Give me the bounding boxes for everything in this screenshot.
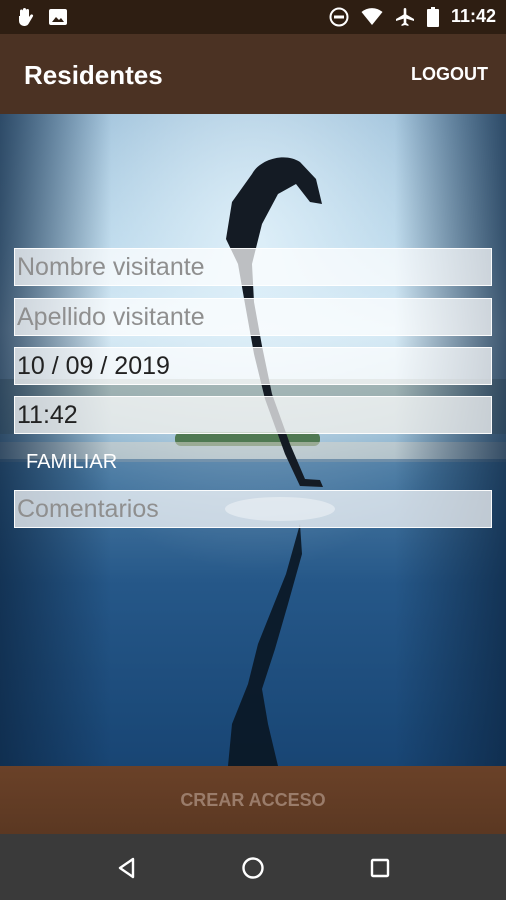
background-image xyxy=(0,114,506,766)
battery-icon xyxy=(426,6,439,27)
crear-acceso-label: CREAR ACCESO xyxy=(180,789,326,810)
status-right: 11:42 xyxy=(329,6,496,27)
date-field[interactable]: 10 / 09 / 2019 xyxy=(14,347,492,385)
nombre-visitante-placeholder: Nombre visitante xyxy=(17,252,205,281)
sculpture-photo xyxy=(0,114,506,766)
recents-icon[interactable] xyxy=(364,852,396,884)
do-not-disturb-icon xyxy=(329,7,349,26)
back-icon[interactable] xyxy=(111,852,143,884)
comentarios-input[interactable]: Comentarios xyxy=(14,490,492,528)
logout-button[interactable]: LOGOUT xyxy=(411,64,488,85)
nombre-visitante-input[interactable]: Nombre visitante xyxy=(14,248,492,286)
hand-icon xyxy=(19,8,34,26)
airplane-icon xyxy=(395,7,414,26)
status-left xyxy=(16,7,68,27)
apellido-visitante-input[interactable]: Apellido visitante xyxy=(14,298,492,336)
status-time: 11:42 xyxy=(450,6,496,26)
wifi-icon xyxy=(361,7,383,25)
time-field[interactable]: 11:42 xyxy=(14,396,492,434)
comentarios-placeholder: Comentarios xyxy=(17,494,159,523)
date-value: 10 / 09 / 2019 xyxy=(17,351,170,380)
visitor-type-selector[interactable]: FAMILIAR xyxy=(26,451,117,474)
apellido-visitante-placeholder: Apellido visitante xyxy=(17,302,205,331)
image-icon xyxy=(49,9,67,25)
app-bar: Residentes LOGOUT xyxy=(0,34,506,114)
home-icon[interactable] xyxy=(237,852,269,884)
time-value: 11:42 xyxy=(17,400,78,429)
crear-acceso-button[interactable]: CREAR ACCESO xyxy=(0,766,506,834)
status-bar: 11:42 xyxy=(0,0,506,34)
navigation-bar xyxy=(0,834,506,900)
app-title: Residentes xyxy=(24,60,163,90)
